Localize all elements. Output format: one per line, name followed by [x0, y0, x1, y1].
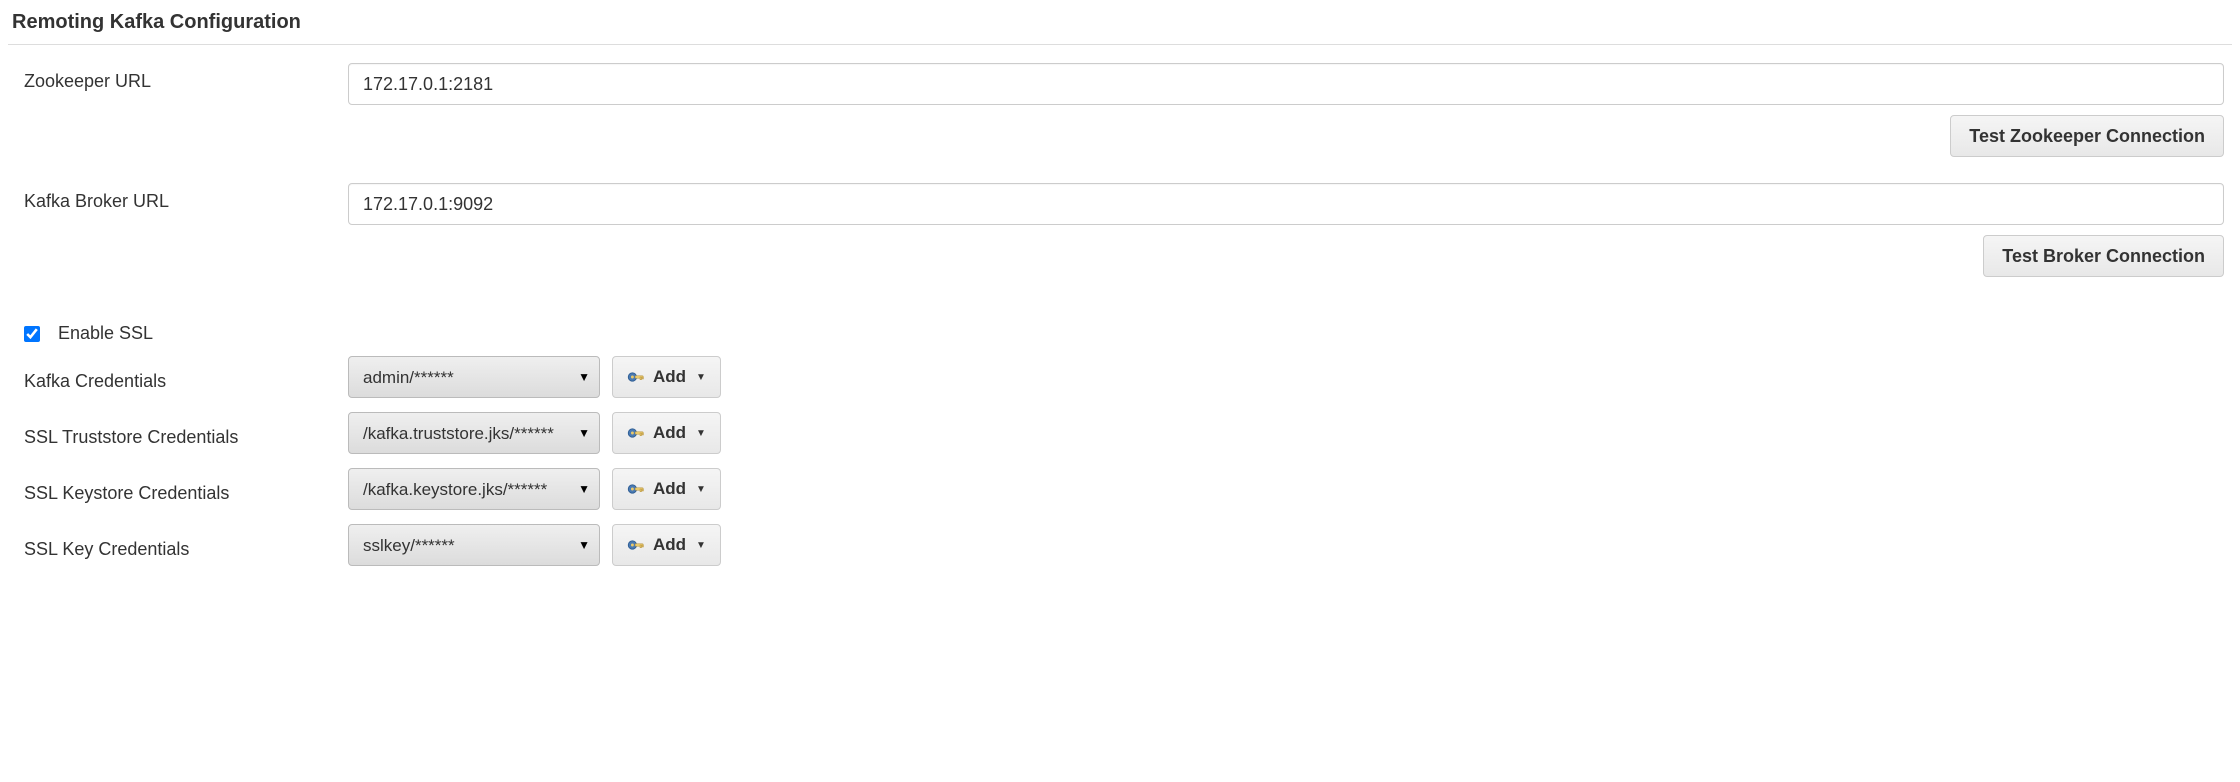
enable-ssl-checkbox[interactable] — [24, 326, 40, 342]
zookeeper-control-col: Test Zookeeper Connection — [348, 63, 2232, 175]
section-divider — [8, 44, 2232, 45]
add-button-label: Add — [653, 479, 686, 499]
chevron-down-icon: ▼ — [696, 540, 706, 551]
zookeeper-url-row: Zookeeper URL Test Zookeeper Connection — [8, 63, 2232, 175]
credentials-select-wrap: admin/******▼ — [348, 356, 600, 398]
zookeeper-url-label: Zookeeper URL — [24, 63, 348, 92]
zookeeper-test-row: Test Zookeeper Connection — [348, 115, 2224, 157]
test-broker-button[interactable]: Test Broker Connection — [1983, 235, 2224, 277]
key-icon — [627, 368, 645, 386]
credentials-select[interactable]: /kafka.truststore.jks/****** — [348, 412, 600, 454]
add-credentials-button[interactable]: Add ▼ — [612, 524, 721, 566]
zookeeper-url-input[interactable] — [348, 63, 2224, 105]
credentials-label: SSL Key Credentials — [24, 531, 348, 560]
credentials-label: SSL Keystore Credentials — [24, 475, 348, 504]
credentials-label: SSL Truststore Credentials — [24, 419, 348, 448]
add-button-label: Add — [653, 423, 686, 443]
add-credentials-button[interactable]: Add ▼ — [612, 468, 721, 510]
test-zookeeper-button[interactable]: Test Zookeeper Connection — [1950, 115, 2224, 157]
chevron-down-icon: ▼ — [696, 484, 706, 495]
add-button-label: Add — [653, 367, 686, 387]
add-button-label: Add — [653, 535, 686, 555]
broker-url-input[interactable] — [348, 183, 2224, 225]
add-credentials-button[interactable]: Add ▼ — [612, 412, 721, 454]
chevron-down-icon: ▼ — [696, 372, 706, 383]
credentials-row: Kafka Credentialsadmin/******▼ Add ▼ — [8, 356, 2232, 398]
credentials-container: Kafka Credentialsadmin/******▼Add▼SSL Tr… — [8, 356, 2232, 566]
section-title: Remoting Kafka Configuration — [8, 5, 2232, 44]
enable-ssl-label: Enable SSL — [58, 323, 153, 344]
add-credentials-button[interactable]: Add ▼ — [612, 356, 721, 398]
credentials-select-wrap: sslkey/******▼ — [348, 524, 600, 566]
credentials-select[interactable]: sslkey/****** — [348, 524, 600, 566]
credentials-row: SSL Truststore Credentials/kafka.trustst… — [8, 412, 2232, 454]
credentials-select[interactable]: admin/****** — [348, 356, 600, 398]
credentials-select[interactable]: /kafka.keystore.jks/****** — [348, 468, 600, 510]
credentials-select-wrap: /kafka.keystore.jks/******▼ — [348, 468, 600, 510]
broker-url-row: Kafka Broker URL Test Broker Connection — [8, 183, 2232, 295]
key-icon — [627, 424, 645, 442]
enable-ssl-row: Enable SSL — [8, 323, 2232, 344]
credentials-select-wrap: /kafka.truststore.jks/******▼ — [348, 412, 600, 454]
credentials-row: SSL Key Credentialssslkey/******▼ Add ▼ — [8, 524, 2232, 566]
broker-url-label: Kafka Broker URL — [24, 183, 348, 212]
broker-control-col: Test Broker Connection — [348, 183, 2232, 295]
key-icon — [627, 480, 645, 498]
chevron-down-icon: ▼ — [696, 428, 706, 439]
credentials-row: SSL Keystore Credentials/kafka.keystore.… — [8, 468, 2232, 510]
credentials-label: Kafka Credentials — [24, 363, 348, 392]
key-icon — [627, 536, 645, 554]
broker-test-row: Test Broker Connection — [348, 235, 2224, 277]
